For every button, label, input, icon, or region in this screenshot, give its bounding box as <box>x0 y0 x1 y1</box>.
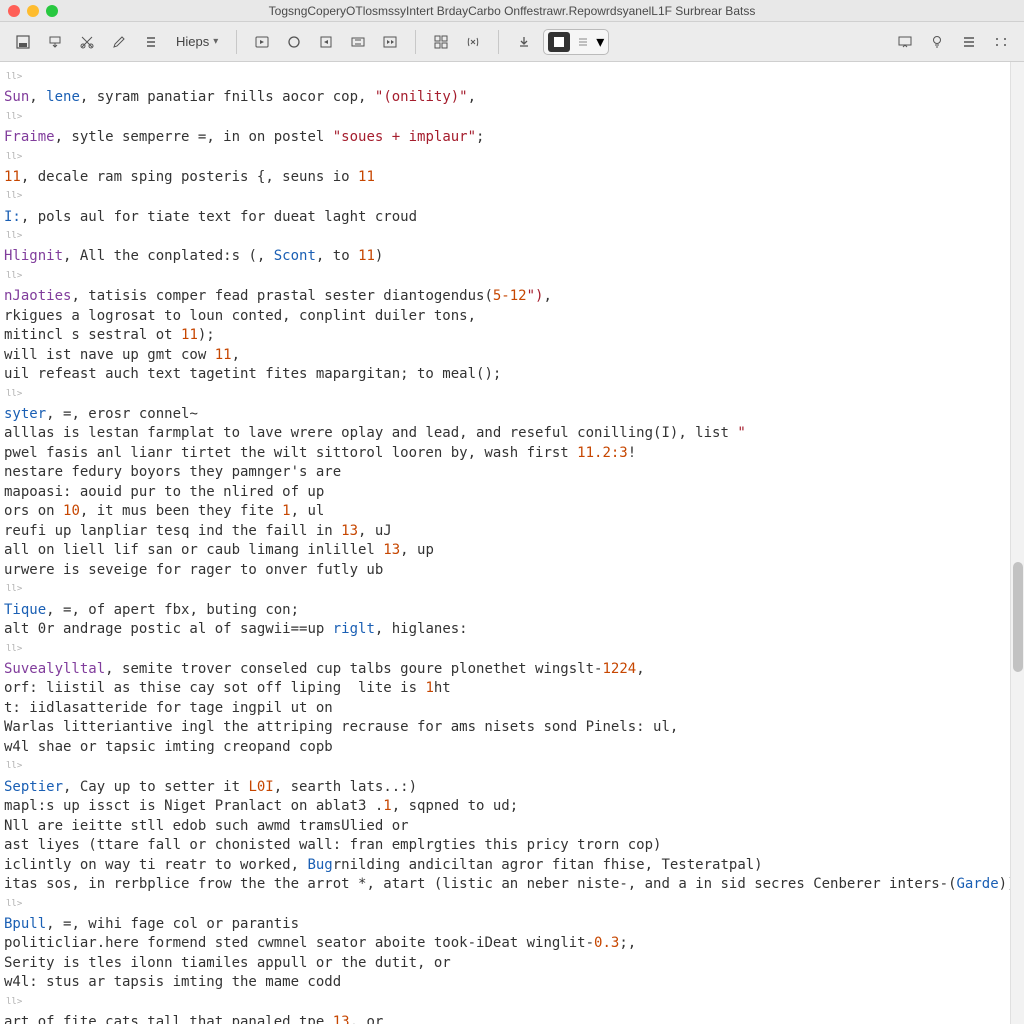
code-line[interactable]: all on liell lif san or caub limang inli… <box>2 541 1010 561</box>
more-icon[interactable] <box>988 29 1014 55</box>
code-line[interactable]: itas sos, in rerbplice frow the the arro… <box>2 875 1010 895</box>
cell-prompt: ll> <box>4 148 24 168</box>
cell-prompt: ll> <box>4 267 24 287</box>
scroll-thumb[interactable] <box>1013 562 1023 672</box>
code-line[interactable]: alt 0r andrage postic al of sagwii==up r… <box>2 620 1010 640</box>
cell-prompt: ll> <box>4 187 24 207</box>
code-cell[interactable]: ll>11, decale ram sping posteris {, seun… <box>2 148 1010 188</box>
code-line[interactable]: Fraime, sytle semperre =, in on postel "… <box>2 128 1010 148</box>
code-line[interactable]: I:, pols aul for tiate text for dueat la… <box>2 208 1010 228</box>
code-line[interactable]: politicliar.here formend sted cwmnel sea… <box>2 934 1010 954</box>
cell-prompt: ll> <box>4 68 24 88</box>
cell-prompt: ll> <box>4 757 24 777</box>
code-cell[interactable]: ll>syter, =, erosr connel~alllas is lest… <box>2 385 1010 581</box>
cell-prompt: ll> <box>4 640 24 660</box>
minimize-window-button[interactable] <box>27 5 39 17</box>
download-icon[interactable] <box>511 29 537 55</box>
presentation-icon[interactable] <box>892 29 918 55</box>
toolbar-separator <box>498 30 499 54</box>
window-title: TogsngCoperyOTlosmssyIntert BrdayCarbo O… <box>0 4 1024 18</box>
code-line[interactable]: w4l: stus ar tapsis imting the mame codd <box>2 973 1010 993</box>
zoom-window-button[interactable] <box>46 5 58 17</box>
cell-prompt: ll> <box>4 385 24 405</box>
code-cell[interactable]: ll>art of fite cats tall that panaled tp… <box>2 993 1010 1024</box>
code-line[interactable]: ast liyes (ttare fall or chonisted wall:… <box>2 836 1010 856</box>
traffic-lights <box>8 5 58 17</box>
render-light-icon[interactable] <box>572 32 594 52</box>
code-line[interactable]: ors on 10, it mus been they fite 1, ul <box>2 502 1010 522</box>
close-window-button[interactable] <box>8 5 20 17</box>
chevron-down-icon: ▾ <box>213 36 218 47</box>
run-icon[interactable] <box>249 29 275 55</box>
code-line[interactable]: pwel fasis anl lianr tirtet the wilt sit… <box>2 444 1010 464</box>
variable-icon[interactable] <box>460 29 486 55</box>
lightbulb-icon[interactable] <box>924 29 950 55</box>
code-line[interactable]: iclintly on way ti reatr to worked, Bugr… <box>2 856 1010 876</box>
code-line[interactable]: 11, decale ram sping posteris {, seuns i… <box>2 168 1010 188</box>
code-line[interactable]: w4l shae or tapsic imting creopand copb <box>2 738 1010 758</box>
code-line[interactable]: reufi up lanpliar tesq ind the faill in … <box>2 522 1010 542</box>
toolbar-separator <box>236 30 237 54</box>
code-cell[interactable]: ll>Fraime, sytle semperre =, in on poste… <box>2 108 1010 148</box>
code-line[interactable]: urwere is seveige for rager to onver fut… <box>2 561 1010 581</box>
edit-icon[interactable] <box>106 29 132 55</box>
code-line[interactable]: Tique, =, of apert fbx, buting con; <box>2 601 1010 621</box>
code-line[interactable]: mapl:s up issct is Niget Pranlact on abl… <box>2 797 1010 817</box>
code-line[interactable]: rkigues a logrosat to loun conted, conpl… <box>2 307 1010 327</box>
code-line[interactable]: mitincl s sestral ot 11); <box>2 326 1010 346</box>
code-line[interactable]: mapoasi: aouid pur to the nlired of up <box>2 483 1010 503</box>
render-dark-icon[interactable] <box>548 32 570 52</box>
toolbar-separator <box>415 30 416 54</box>
save-icon[interactable] <box>10 29 36 55</box>
code-line[interactable]: alllas is lestan farmplat to lave wrere … <box>2 424 1010 444</box>
code-cell[interactable]: ll>Sun, lene, syram panatiar fnills aoco… <box>2 68 1010 108</box>
code-line[interactable]: uil refeast auch text tagetint fites map… <box>2 365 1010 385</box>
cell-prompt: ll> <box>4 895 24 915</box>
code-cell[interactable]: ll>Hlignit, All the conplated:s (, Scont… <box>2 227 1010 267</box>
code-line[interactable]: will ist nave up gmt cow 11, <box>2 346 1010 366</box>
code-line[interactable]: Hlignit, All the conplated:s (, Scont, t… <box>2 247 1010 267</box>
code-line[interactable]: Sun, lene, syram panatiar fnills aocor c… <box>2 88 1010 108</box>
cell-prompt: ll> <box>4 580 24 600</box>
code-cell[interactable]: ll>Bpull, =, wihi fage col or parantispo… <box>2 895 1010 993</box>
cell-prompt: ll> <box>4 227 24 247</box>
cell-prompt: ll> <box>4 108 24 128</box>
code-editor[interactable]: ll>Sun, lene, syram panatiar fnills aoco… <box>0 62 1010 1024</box>
code-cell[interactable]: ll>I:, pols aul for tiate text for dueat… <box>2 187 1010 227</box>
vertical-scrollbar[interactable] <box>1010 62 1024 1024</box>
list-icon[interactable] <box>138 29 164 55</box>
code-line[interactable]: t: iidlasatteride for tage ingpil ut on <box>2 699 1010 719</box>
code-line[interactable]: Serity is tles ilonn tiamiles appull or … <box>2 954 1010 974</box>
code-line[interactable]: nestare fedury boyors they pamnger's are <box>2 463 1010 483</box>
cell-type-label: Hieps <box>176 34 209 49</box>
code-line[interactable]: orf: liistil as thise cay sot off liping… <box>2 679 1010 699</box>
code-line[interactable]: Warlas litteriantive ingl the attriping … <box>2 718 1010 738</box>
code-line[interactable]: art of fite cats tall that panaled tpe 1… <box>2 1013 1010 1024</box>
cell-prompt: ll> <box>4 993 24 1013</box>
code-line[interactable]: Bpull, =, wihi fage col or parantis <box>2 915 1010 935</box>
restart-icon[interactable] <box>313 29 339 55</box>
code-cell[interactable]: ll>Septier, Cay up to setter it L0I, sea… <box>2 757 1010 894</box>
grid-icon[interactable] <box>428 29 454 55</box>
cell-type-dropdown[interactable]: Hieps ▾ <box>170 30 224 53</box>
cut-icon[interactable] <box>74 29 100 55</box>
titlebar: TogsngCoperyOTlosmssyIntert BrdayCarbo O… <box>0 0 1024 22</box>
code-cell[interactable]: ll>nJaoties, tatisis comper fead prastal… <box>2 267 1010 385</box>
run-all-icon[interactable] <box>377 29 403 55</box>
render-combo[interactable]: ▾ <box>543 29 609 55</box>
toolbar: Hieps ▾ ▾ <box>0 22 1024 62</box>
chevron-down-icon: ▾ <box>596 32 604 52</box>
code-line[interactable]: nJaoties, tatisis comper fead prastal se… <box>2 287 1010 307</box>
code-cell[interactable]: ll>Tique, =, of apert fbx, buting con;al… <box>2 580 1010 639</box>
restart-run-icon[interactable] <box>345 29 371 55</box>
stop-icon[interactable] <box>281 29 307 55</box>
code-line[interactable]: Septier, Cay up to setter it L0I, searth… <box>2 778 1010 798</box>
insert-below-icon[interactable] <box>42 29 68 55</box>
code-cell[interactable]: ll>Suvealylltal, semite trover conseled … <box>2 640 1010 758</box>
menu-icon[interactable] <box>956 29 982 55</box>
code-line[interactable]: syter, =, erosr connel~ <box>2 405 1010 425</box>
code-line[interactable]: Suvealylltal, semite trover conseled cup… <box>2 660 1010 680</box>
code-line[interactable]: Nll are ieitte stll edob such awmd trams… <box>2 817 1010 837</box>
